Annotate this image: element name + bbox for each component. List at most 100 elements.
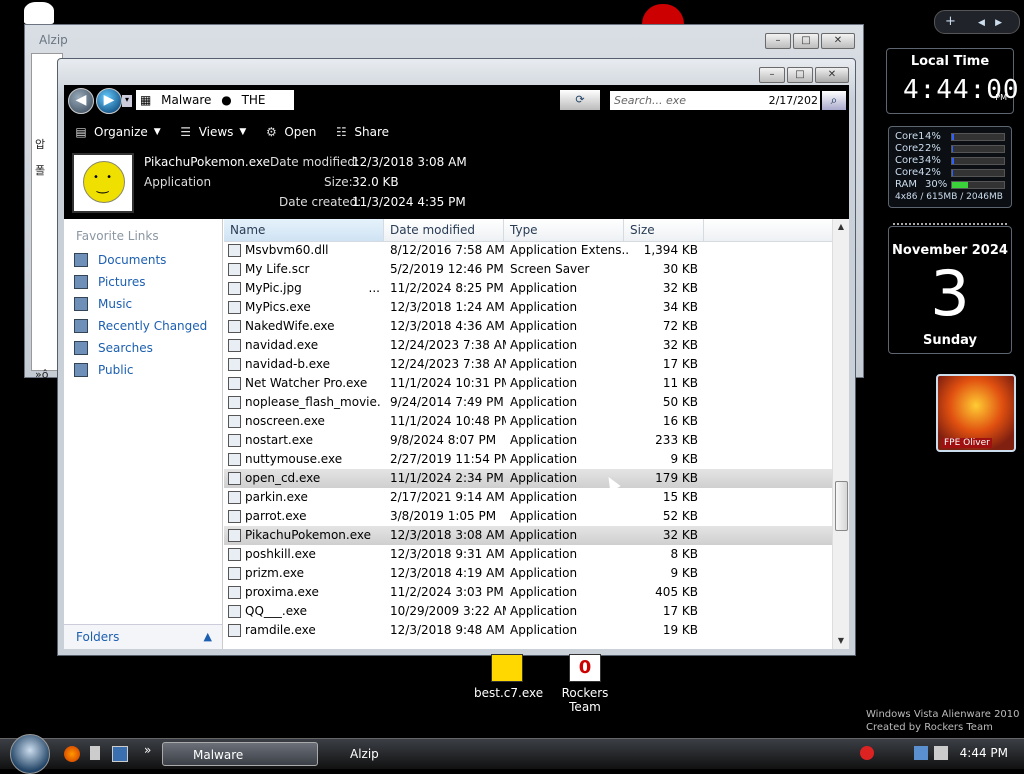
file-row[interactable]: navidad-b.exe 12/24/2023 7:38 AM Applicati… xyxy=(224,355,833,374)
breadcrumb-malware[interactable]: Malware xyxy=(161,93,211,107)
column-header-type[interactable]: Type xyxy=(504,219,624,241)
file-row[interactable]: noplease_flash_movie.... 9/24/2014 7:49 P… xyxy=(224,393,833,412)
file-row[interactable]: MyPics.exe 12/3/2018 1:24 AM Application 34… xyxy=(224,298,833,317)
cpu-meter-label: Core3 xyxy=(895,155,925,166)
file-name-cell: poshkill.exe xyxy=(228,545,380,564)
share-button[interactable]: ☷ Share xyxy=(334,125,389,139)
public-icon xyxy=(74,363,88,377)
security-alert-icon[interactable] xyxy=(860,746,874,760)
refresh-button[interactable]: ⟳ xyxy=(560,90,600,110)
file-row[interactable]: NakedWife.exe 12/3/2018 4:36 AM Applicatio… xyxy=(224,317,833,336)
start-button[interactable] xyxy=(10,734,50,774)
scroll-down-arrow-icon[interactable]: ▼ xyxy=(833,633,849,649)
search-icon[interactable]: ⌕ xyxy=(822,91,846,110)
file-row[interactable]: prizm.exe 12/3/2018 4:19 AM Application 9 K… xyxy=(224,564,833,583)
file-row[interactable]: PikachuPokemon.exe 12/3/2018 3:08 AM Appli… xyxy=(224,526,833,545)
clock-gadget[interactable]: Local Time 4:44:00 PM xyxy=(886,48,1019,114)
maximize-button[interactable]: □ xyxy=(787,67,813,83)
file-date: 12/3/2018 9:31 AM xyxy=(390,547,505,561)
slideshow-gadget[interactable]: FPE Oliver xyxy=(936,374,1016,452)
favorite-link-public[interactable]: Public xyxy=(74,361,134,379)
add-gadget-icon[interactable]: + xyxy=(945,14,956,29)
file-name: MyPic.jpg xyxy=(245,281,302,295)
file-row[interactable]: Net Watcher Pro.exe 11/1/2024 10:31 PM App… xyxy=(224,374,833,393)
sidebar-controls[interactable]: + ◀ ▶ xyxy=(934,10,1020,34)
network-icon[interactable] xyxy=(914,746,928,760)
search-input[interactable]: Search... exe 2/17/202 xyxy=(610,91,820,110)
file-row[interactable]: Msvbvm60.dll 8/12/2016 7:58 AM Application… xyxy=(224,241,833,260)
quicklaunch-chevron-icon[interactable]: » xyxy=(144,743,151,757)
scroll-up-arrow-icon[interactable]: ▲ xyxy=(833,219,849,235)
volume-icon[interactable] xyxy=(934,746,948,760)
file-row[interactable]: My Life.scr 5/2/2019 12:46 PM Screen Saver… xyxy=(224,260,833,279)
bg-close-button[interactable]: ✕ xyxy=(821,33,855,49)
scrollbar-thumb[interactable] xyxy=(835,481,848,531)
file-type: Application xyxy=(510,604,578,618)
file-name-cell: ramdile.exe xyxy=(228,621,380,640)
recent-pages-chevron-icon[interactable]: ▾ xyxy=(122,95,132,107)
taskbar-button-malware[interactable]: Malware xyxy=(162,742,318,766)
next-icon[interactable]: ▶ xyxy=(995,18,1002,28)
bg-minimize-button[interactable]: – xyxy=(765,33,791,49)
organize-button[interactable]: ▤ Organize ▼ xyxy=(74,125,160,139)
file-size: 15 KB xyxy=(662,490,698,504)
share-label: Share xyxy=(354,125,390,139)
desktop-icon-rockers-team[interactable]: 0 Rockers Team xyxy=(544,654,626,714)
close-button[interactable]: ✕ xyxy=(815,67,849,83)
vertical-scrollbar[interactable]: ▲ ▼ xyxy=(832,219,849,649)
desktop-red-icon[interactable] xyxy=(642,4,684,24)
file-date: 8/12/2016 7:58 AM xyxy=(390,243,505,257)
taskbar-button-alzip[interactable]: Alzip xyxy=(320,742,476,766)
file-type: Application xyxy=(510,357,578,371)
forward-button[interactable]: ▶ xyxy=(96,88,122,114)
file-name-cell: proxima.exe xyxy=(228,583,380,602)
taskbar-clock[interactable]: 4:44 PM xyxy=(960,746,1008,760)
file-row[interactable]: MyPic.jpg... 11/2/2024 8:25 PM Application… xyxy=(224,279,833,298)
file-row[interactable]: nuttymouse.exe 2/27/2019 11:54 PM Applicat… xyxy=(224,450,833,469)
previous-icon[interactable]: ◀ xyxy=(978,18,985,28)
quicklaunch-document-icon[interactable] xyxy=(90,746,100,760)
file-date: 11/1/2024 2:34 PM xyxy=(390,471,504,485)
chevron-down-icon: ▼ xyxy=(239,127,247,137)
favorite-link-recently-changed[interactable]: Recently Changed xyxy=(74,317,207,335)
folders-toggle[interactable]: Folders ▲ xyxy=(64,624,222,649)
favorite-link-pictures[interactable]: Pictures xyxy=(74,273,146,291)
favorite-link-documents[interactable]: Documents xyxy=(74,251,166,269)
file-row[interactable]: noscreen.exe 11/1/2024 10:48 PM Applicatio… xyxy=(224,412,833,431)
file-row[interactable]: QQ___.exe 10/29/2009 3:22 AM Application 17… xyxy=(224,602,833,621)
file-size: 16 KB xyxy=(662,414,698,428)
desktop-cow-icon[interactable] xyxy=(24,2,54,24)
calendar-gadget[interactable]: November 2024 3 Sunday xyxy=(888,223,1012,354)
file-row[interactable]: open_cd.exe 11/1/2024 2:34 PM Application 1… xyxy=(224,469,833,488)
search-date: 2/17/202 xyxy=(768,94,818,107)
file-row[interactable]: nostart.exe 9/8/2024 8:07 PM Application 23… xyxy=(224,431,833,450)
firefox-icon[interactable] xyxy=(64,746,80,762)
favorite-link-music[interactable]: Music xyxy=(74,295,132,313)
file-row[interactable]: proxima.exe 11/2/2024 3:03 PM Application 4… xyxy=(224,583,833,602)
file-row[interactable]: parrot.exe 3/8/2019 1:05 PM Application 52 … xyxy=(224,507,833,526)
views-button[interactable]: ☰ Views ▼ xyxy=(179,125,247,139)
address-field[interactable]: ▦ Malware ● THE END xyxy=(136,90,294,127)
file-row[interactable]: navidad.exe 12/24/2023 7:38 AM Application… xyxy=(224,336,833,355)
column-header-name[interactable]: Name xyxy=(224,219,384,241)
cpu-meter-gadget[interactable]: Core1 4% Core2 2% Core3 4% Core4 2% RAM 30% 4x86 … xyxy=(888,126,1012,208)
bg-maximize-button[interactable]: □ xyxy=(793,33,819,49)
file-size: 9 KB xyxy=(670,452,698,466)
file-row[interactable]: poshkill.exe 12/3/2018 9:31 AM Application… xyxy=(224,545,833,564)
file-icon xyxy=(228,624,241,637)
file-icon xyxy=(228,586,241,599)
column-header-size[interactable]: Size xyxy=(624,219,704,241)
file-name-cell: nostart.exe xyxy=(228,431,380,450)
file-name: parrot.exe xyxy=(245,509,307,523)
minimize-button[interactable]: – xyxy=(759,67,785,83)
favorite-link-searches[interactable]: Searches xyxy=(74,339,153,357)
desktop-icon-best[interactable]: best.c7.exe xyxy=(474,654,543,700)
file-row[interactable]: ramdile.exe 12/3/2018 9:48 AM Application 1… xyxy=(224,621,833,640)
file-row[interactable]: parkin.exe 2/17/2021 9:14 AM Application 15… xyxy=(224,488,833,507)
show-desktop-icon[interactable] xyxy=(112,746,128,762)
back-button[interactable]: ◀ xyxy=(68,88,94,114)
pictures-icon xyxy=(74,275,88,289)
open-button[interactable]: ⚙ Open xyxy=(264,125,316,139)
column-header-date-modified[interactable]: Date modified xyxy=(384,219,504,241)
details-size: 32.0 KB xyxy=(352,175,399,189)
